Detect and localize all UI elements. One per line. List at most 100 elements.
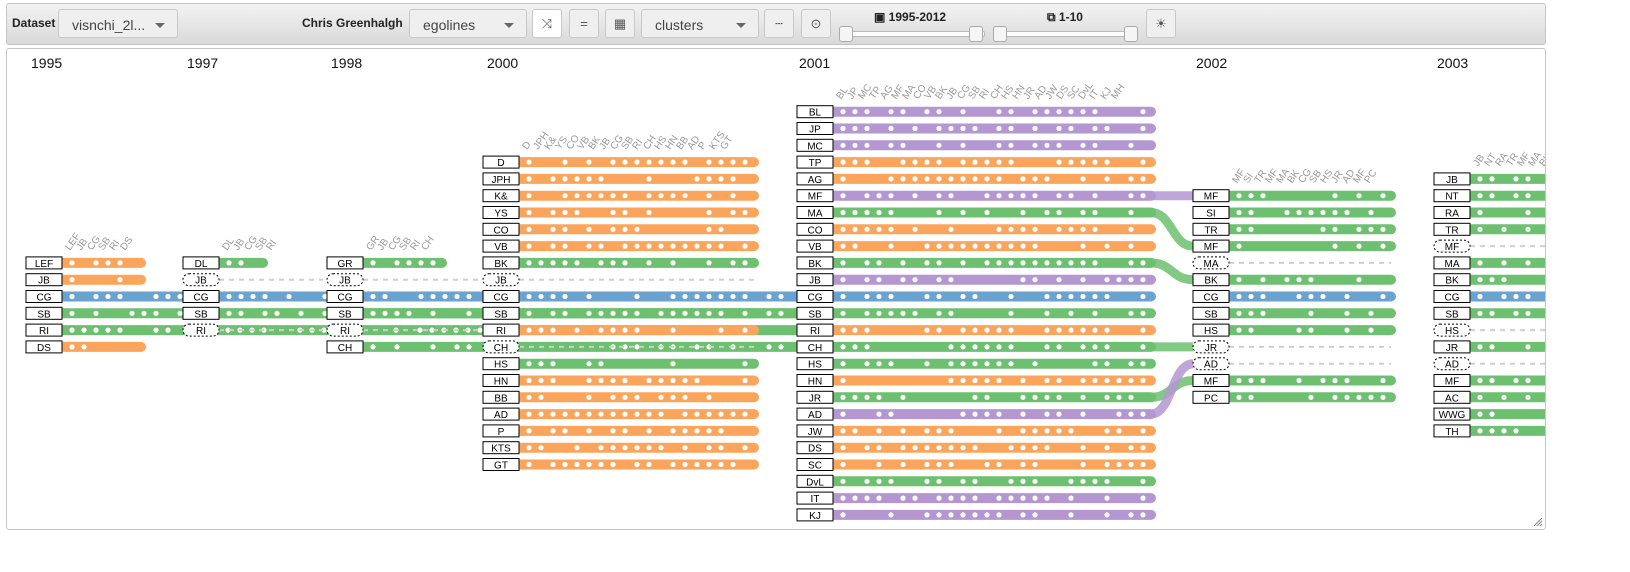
publication-dot — [1080, 411, 1086, 417]
rank-slider-track[interactable] — [999, 31, 1131, 37]
transition-band — [1150, 208, 1194, 251]
publication-dot — [226, 293, 232, 300]
publication-dot — [742, 209, 748, 216]
publication-dot — [634, 243, 640, 249]
publication-dot — [730, 293, 736, 300]
column-label: DS — [118, 235, 135, 253]
publication-dot — [550, 361, 556, 367]
publication-dot — [984, 394, 990, 400]
cluster-dropdown[interactable]: clusters — [641, 9, 759, 38]
publication-dot — [972, 361, 978, 367]
publication-dot — [996, 461, 1002, 468]
publication-dot — [646, 260, 652, 266]
publication-dot — [1128, 176, 1134, 182]
publication-dot — [778, 310, 784, 316]
publication-dot — [550, 327, 556, 333]
publication-dot — [562, 226, 568, 232]
author-label: SB — [37, 309, 51, 320]
publication-dot — [864, 344, 870, 350]
layout-dropdown[interactable]: egolines — [409, 9, 527, 38]
publication-dot — [996, 243, 1002, 249]
publication-dot — [840, 428, 846, 434]
resize-icon[interactable] — [1534, 518, 1542, 526]
publication-dot — [1140, 109, 1146, 115]
publication-dot — [730, 411, 736, 417]
year-label: 2000 — [487, 55, 518, 71]
publication-dot — [936, 478, 942, 484]
publication-dot — [996, 344, 1002, 350]
author-label: MF — [1445, 377, 1459, 388]
author-label: KTS — [491, 444, 511, 455]
publication-dot — [1104, 512, 1110, 518]
dashes-button[interactable]: ┄ — [764, 9, 794, 38]
publication-dot — [960, 159, 966, 165]
publication-dot — [1032, 461, 1038, 468]
publication-dot — [912, 193, 918, 199]
publication-dot — [1332, 243, 1338, 249]
author-label: P — [498, 427, 505, 438]
publication-dot — [1140, 260, 1146, 266]
publication-dot — [238, 260, 244, 266]
publication-dot — [538, 361, 544, 367]
publication-dot — [682, 310, 688, 316]
publication-dot — [670, 394, 676, 400]
publication-dot — [574, 193, 580, 199]
year-label: 1998 — [331, 55, 362, 71]
year-slider-start-handle[interactable] — [839, 26, 853, 42]
publication-dot — [1068, 478, 1074, 484]
publication-dot — [550, 310, 556, 316]
author-label: RI — [340, 326, 350, 337]
publication-dot — [718, 461, 724, 468]
dataset-dropdown[interactable]: visnchi_2l... — [58, 9, 178, 38]
publication-dot — [996, 176, 1002, 182]
publication-dot — [852, 125, 858, 132]
publication-dot — [852, 142, 858, 148]
publication-dot — [1128, 445, 1134, 451]
year-slider-end-handle[interactable] — [969, 26, 983, 42]
publication-dot — [550, 243, 556, 249]
publication-dot — [1320, 209, 1326, 216]
publication-dot — [1332, 193, 1338, 199]
shuffle-button[interactable]: ⤨ — [532, 9, 562, 38]
rank-slider-start-handle[interactable] — [993, 26, 1007, 42]
publication-dot — [876, 310, 882, 316]
publication-dot — [574, 411, 580, 417]
publication-dot — [888, 209, 894, 216]
circle-button[interactable]: ⊙ — [801, 9, 831, 38]
publication-dot — [1056, 293, 1062, 300]
publication-dot — [1080, 445, 1086, 451]
publication-dot — [840, 125, 846, 132]
table-button[interactable]: ▦ — [605, 9, 635, 38]
author-label: DS — [808, 444, 822, 455]
publication-dot — [682, 394, 688, 400]
publication-dot — [924, 428, 930, 434]
publication-dot — [888, 193, 894, 199]
publication-dot — [1140, 461, 1146, 468]
publication-dot — [1140, 411, 1146, 417]
publication-dot — [610, 377, 616, 384]
publication-dot — [1368, 209, 1374, 216]
publication-dot — [1477, 394, 1483, 400]
publication-dot — [550, 461, 556, 468]
publication-dot — [1080, 260, 1086, 266]
publication-dot — [852, 344, 858, 350]
publication-dot — [1020, 512, 1026, 518]
author-label: BL — [809, 108, 822, 119]
author-label: SB — [1445, 309, 1459, 320]
publication-dot — [1044, 495, 1050, 501]
lightbulb-button[interactable]: ☀ — [1146, 9, 1176, 38]
author-label: MF — [1204, 377, 1218, 388]
publication-dot — [574, 445, 580, 451]
publication-dot — [694, 461, 700, 468]
equals-button[interactable]: = — [569, 9, 599, 38]
publication-dot — [610, 159, 616, 165]
author-label: JR — [1446, 343, 1458, 354]
year-slider-track[interactable] — [845, 31, 985, 37]
visualization-canvas[interactable]: 1995 1997 1998 2000 2001 2002 2003 LEF JB CG SB RI D… — [6, 48, 1546, 530]
publication-dot — [936, 193, 942, 199]
publication-dot — [634, 159, 640, 165]
rank-slider-end-handle[interactable] — [1124, 26, 1138, 42]
author-label: RI — [39, 326, 49, 337]
publication-dot — [526, 260, 532, 266]
publication-dot — [550, 377, 556, 384]
